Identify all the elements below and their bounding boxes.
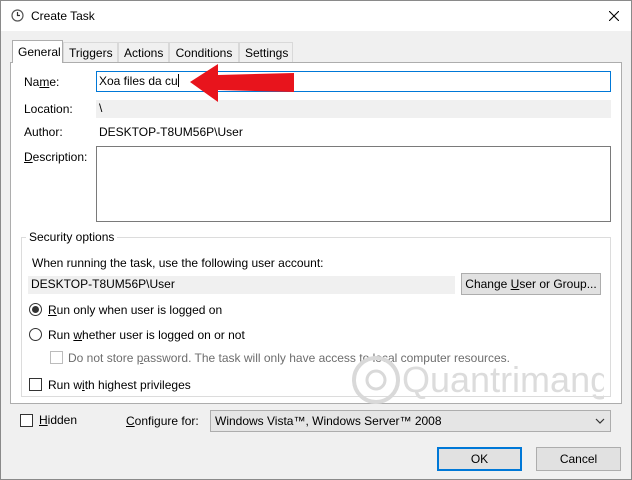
tab-settings[interactable]: Settings xyxy=(239,42,293,62)
account-value: DESKTOP-T8UM56P\User xyxy=(28,276,455,294)
change-user-or-group-button[interactable]: Change User or Group... xyxy=(461,273,601,295)
radio-run-whether-logged-on-label[interactable]: Run whether user is logged on or not xyxy=(48,328,245,342)
chevron-down-icon xyxy=(595,418,605,424)
location-label: Location: xyxy=(24,102,73,116)
watermark-logo-icon: Quantrimang xyxy=(352,356,610,404)
watermark: Quantrimang xyxy=(352,352,610,413)
name-input[interactable]: Xoa files da cu xyxy=(96,71,611,92)
radio-run-when-logged-on-label[interactable]: Run only when user is logged on xyxy=(48,303,222,317)
highest-privileges-label[interactable]: Run with highest privileges xyxy=(48,378,191,392)
title-bar: Create Task xyxy=(1,1,631,31)
svg-text:Quantrimang: Quantrimang xyxy=(402,359,604,400)
clock-icon xyxy=(11,9,24,22)
close-button[interactable] xyxy=(597,3,631,29)
location-value: \ xyxy=(96,100,611,118)
name-label: Name: xyxy=(24,75,60,89)
ok-button[interactable]: OK xyxy=(437,447,522,471)
security-options-title: Security options xyxy=(26,230,118,244)
hidden-checkbox[interactable] xyxy=(20,414,33,427)
do-not-store-password-checkbox[interactable] xyxy=(50,351,63,364)
close-icon xyxy=(609,11,619,21)
description-label: Description: xyxy=(24,150,88,164)
account-prompt: When running the task, use the following… xyxy=(32,256,324,270)
tab-triggers[interactable]: Triggers xyxy=(63,42,118,62)
author-value: DESKTOP-T8UM56P\User xyxy=(99,125,243,139)
radio-run-whether-logged-on[interactable] xyxy=(29,328,42,341)
hidden-label[interactable]: Hidden xyxy=(39,413,77,427)
author-label: Author: xyxy=(24,125,63,139)
tab-general[interactable]: General xyxy=(12,40,63,63)
configure-for-select[interactable]: Windows Vista™, Windows Server™ 2008 xyxy=(210,410,611,432)
configure-for-label: Configure for: xyxy=(126,414,199,428)
tab-actions[interactable]: Actions xyxy=(118,42,169,62)
radio-run-when-logged-on[interactable] xyxy=(29,303,42,316)
red-arrow-annotation xyxy=(190,64,294,102)
highest-privileges-checkbox[interactable] xyxy=(29,378,42,391)
window-title: Create Task xyxy=(31,9,95,23)
tab-conditions[interactable]: Conditions xyxy=(169,42,239,62)
cancel-button[interactable]: Cancel xyxy=(536,447,621,471)
description-textarea[interactable] xyxy=(96,146,611,222)
